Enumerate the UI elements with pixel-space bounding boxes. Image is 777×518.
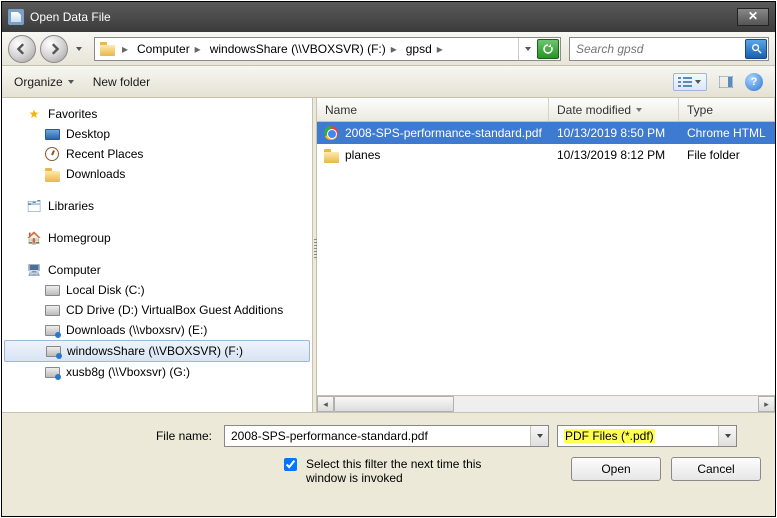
nav-homegroup[interactable]: 🏠Homegroup xyxy=(2,228,312,248)
help-button[interactable]: ? xyxy=(745,73,763,91)
remember-filter-label: Select this filter the next time this wi… xyxy=(306,457,500,485)
preview-pane-button[interactable] xyxy=(715,74,737,90)
chevron-right-icon[interactable]: ▸ xyxy=(119,38,131,60)
folder-icon xyxy=(97,39,117,59)
close-button[interactable]: ✕ xyxy=(737,8,769,26)
cd-drive-icon xyxy=(44,302,60,318)
filename-dropdown-button[interactable] xyxy=(530,426,548,446)
network-drive-icon xyxy=(44,364,60,380)
chevron-right-icon[interactable]: ▸ xyxy=(434,38,446,60)
search-box[interactable] xyxy=(569,37,769,61)
column-name[interactable]: Name xyxy=(317,98,549,121)
star-icon: ★ xyxy=(26,106,42,122)
file-name: 2008-SPS-performance-standard.pdf xyxy=(345,126,542,140)
scroll-track[interactable] xyxy=(454,396,758,412)
forward-button[interactable] xyxy=(40,35,68,63)
file-type: Chrome HTML xyxy=(679,126,775,140)
breadcrumb-share[interactable]: windowsShare (\\VBOXSVR) (F:) xyxy=(204,38,388,60)
nav-downloads-e[interactable]: Downloads (\\vboxsrv) (E:) xyxy=(2,320,312,340)
nav-computer[interactable]: 🖥Computer xyxy=(2,260,312,280)
column-type[interactable]: Type xyxy=(679,98,775,121)
breadcrumb-computer[interactable]: Computer xyxy=(131,38,192,60)
nav-downloads[interactable]: Downloads xyxy=(2,164,312,184)
title-bar: Open Data File ✕ xyxy=(2,2,775,32)
network-drive-icon xyxy=(45,343,61,359)
filename-value[interactable]: 2008-SPS-performance-standard.pdf xyxy=(225,429,530,443)
address-dropdown[interactable] xyxy=(518,38,536,60)
nav-desktop[interactable]: Desktop xyxy=(2,124,312,144)
filename-label: File name: xyxy=(16,429,216,443)
nav-local-disk-c[interactable]: Local Disk (C:) xyxy=(2,280,312,300)
organize-menu[interactable]: Organize xyxy=(14,75,75,89)
nav-libraries[interactable]: 🗂Libraries xyxy=(2,196,312,216)
filetype-filter-value: PDF Files (*.pdf) xyxy=(558,429,718,443)
chevron-right-icon[interactable]: ▸ xyxy=(192,38,204,60)
cancel-button[interactable]: Cancel xyxy=(671,457,761,481)
drive-icon xyxy=(44,282,60,298)
app-icon xyxy=(8,9,24,25)
column-header: Name Date modified Type xyxy=(317,98,775,122)
file-date: 10/13/2019 8:12 PM xyxy=(549,148,679,162)
file-list-pane: Name Date modified Type 2008-SPS-perform… xyxy=(317,98,775,412)
navigation-pane: ★Favorites Desktop Recent Places Downloa… xyxy=(2,98,312,412)
filename-combo[interactable]: 2008-SPS-performance-standard.pdf xyxy=(224,425,549,447)
search-input[interactable] xyxy=(570,42,744,56)
search-button[interactable] xyxy=(745,39,767,59)
sort-desc-icon xyxy=(635,106,643,114)
dialog-footer: File name: 2008-SPS-performance-standard… xyxy=(2,412,775,516)
back-button[interactable] xyxy=(8,35,36,63)
organize-label: Organize xyxy=(14,75,63,89)
chevron-down-icon xyxy=(694,78,702,86)
new-folder-button[interactable]: New folder xyxy=(93,75,150,89)
breadcrumb-gpsd[interactable]: gpsd xyxy=(400,38,434,60)
nav-row: ▸ Computer ▸ windowsShare (\\VBOXSVR) (F… xyxy=(2,32,775,66)
nav-recent-places[interactable]: Recent Places xyxy=(2,144,312,164)
network-drive-icon xyxy=(44,322,60,338)
column-date-modified[interactable]: Date modified xyxy=(549,98,679,121)
homegroup-icon: 🏠 xyxy=(26,230,42,246)
window-title: Open Data File xyxy=(30,10,737,24)
file-list[interactable]: 2008-SPS-performance-standard.pdf 10/13/… xyxy=(317,122,775,395)
address-bar[interactable]: ▸ Computer ▸ windowsShare (\\VBOXSVR) (F… xyxy=(94,37,561,61)
nav-cd-drive-d[interactable]: CD Drive (D:) VirtualBox Guest Additions xyxy=(2,300,312,320)
computer-icon: 🖥 xyxy=(26,262,42,278)
chrome-pdf-icon xyxy=(323,125,339,141)
folder-icon xyxy=(323,147,339,163)
nav-windowsshare-f[interactable]: windowsShare (\\VBOXSVR) (F:) xyxy=(4,340,310,362)
view-list-icon xyxy=(678,76,692,88)
file-type: File folder xyxy=(679,148,775,162)
recent-icon xyxy=(44,146,60,162)
preview-pane-icon xyxy=(719,76,733,88)
new-folder-label: New folder xyxy=(93,75,150,89)
open-button[interactable]: Open xyxy=(571,457,661,481)
remember-filter-checkbox[interactable]: Select this filter the next time this wi… xyxy=(280,457,500,485)
libraries-icon: 🗂 xyxy=(26,198,42,214)
filetype-filter-combo[interactable]: PDF Files (*.pdf) xyxy=(557,425,737,447)
filetype-filter-dropdown-button[interactable] xyxy=(718,426,736,446)
horizontal-scrollbar[interactable]: ◂ ▸ xyxy=(317,395,775,412)
nav-favorites[interactable]: ★Favorites xyxy=(2,104,312,124)
file-date: 10/13/2019 8:50 PM xyxy=(549,126,679,140)
desktop-icon xyxy=(44,126,60,142)
folder-icon xyxy=(44,166,60,182)
remember-filter-input[interactable] xyxy=(284,458,297,471)
nav-history-dropdown[interactable] xyxy=(72,40,86,58)
scroll-left-button[interactable]: ◂ xyxy=(317,396,334,412)
refresh-button[interactable] xyxy=(537,39,559,59)
nav-xusb8g-g[interactable]: xusb8g (\\Vboxsvr) (G:) xyxy=(2,362,312,382)
chevron-right-icon[interactable]: ▸ xyxy=(388,38,400,60)
scroll-right-button[interactable]: ▸ xyxy=(758,396,775,412)
command-bar: Organize New folder ? xyxy=(2,66,775,98)
scroll-thumb[interactable] xyxy=(334,396,454,412)
file-row[interactable]: planes 10/13/2019 8:12 PM File folder xyxy=(317,144,775,166)
change-view-button[interactable] xyxy=(673,73,707,91)
file-name: planes xyxy=(345,148,380,162)
file-row[interactable]: 2008-SPS-performance-standard.pdf 10/13/… xyxy=(317,122,775,144)
